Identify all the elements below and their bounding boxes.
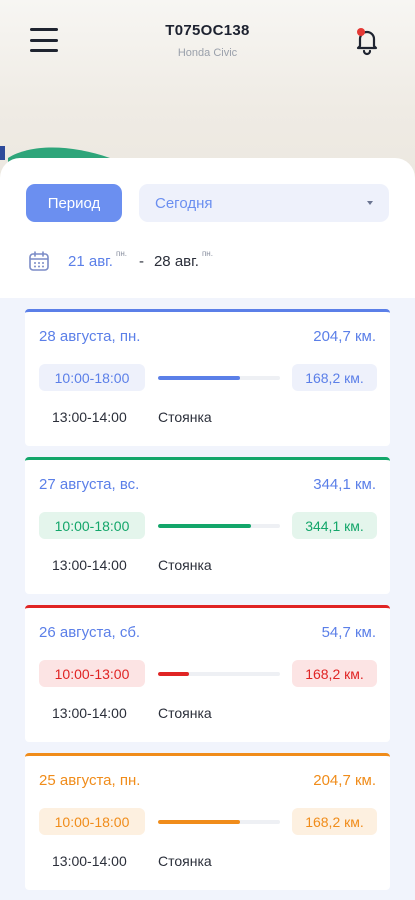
- date-to[interactable]: 28 авг.: [154, 253, 199, 270]
- day-date: 25 августа, пн.: [39, 772, 141, 789]
- date-separator: -: [138, 252, 144, 270]
- range-select-value: Сегодня: [155, 194, 213, 212]
- stop-label: Стоянка: [158, 557, 212, 573]
- day-card[interactable]: 28 августа, пн. 204,7 км. 10:00-18:00 16…: [25, 309, 390, 446]
- day-total-distance: 54,7 км.: [321, 624, 376, 641]
- day-card[interactable]: 26 августа, сб. 54,7 км. 10:00-13:00 168…: [25, 605, 390, 742]
- day-date: 27 августа, вс.: [39, 476, 140, 493]
- stop-label: Стоянка: [158, 409, 212, 425]
- trip-progress-track: [158, 524, 280, 528]
- day-date: 28 августа, пн.: [39, 328, 141, 345]
- day-total-distance: 204,7 км.: [313, 772, 376, 789]
- trip-distance-badge: 344,1 км.: [292, 512, 377, 539]
- trip-time-badge: 10:00-18:00: [39, 512, 145, 539]
- trip-progress-track: [158, 820, 280, 824]
- trip-progress-fill: [158, 524, 251, 528]
- trip-progress-fill: [158, 672, 189, 676]
- day-date: 26 августа, сб.: [39, 624, 141, 641]
- day-list: 28 августа, пн. 204,7 км. 10:00-18:00 16…: [0, 298, 415, 900]
- range-select[interactable]: Сегодня: [139, 184, 389, 222]
- trips-sheet: Период Сегодня 21 авг. пн. - 28 авг. пн.…: [0, 158, 415, 900]
- trip-distance-badge: 168,2 км.: [292, 660, 377, 687]
- trip-progress-track: [158, 376, 280, 380]
- day-total-distance: 204,7 км.: [313, 328, 376, 345]
- stop-time: 13:00-14:00: [52, 853, 127, 869]
- stop-time: 13:00-14:00: [52, 557, 127, 573]
- stop-time: 13:00-14:00: [52, 409, 127, 425]
- stop-label: Стоянка: [158, 705, 212, 721]
- date-range[interactable]: 21 авг. пн. - 28 авг. пн.: [28, 246, 213, 276]
- day-card[interactable]: 27 августа, вс. 344,1 км. 10:00-18:00 34…: [25, 457, 390, 594]
- date-to-weekday: пн.: [201, 248, 213, 258]
- notification-dot: [357, 28, 365, 36]
- trip-time-badge: 10:00-18:00: [39, 808, 145, 835]
- trip-progress-fill: [158, 820, 240, 824]
- bell-notification-icon[interactable]: [352, 24, 382, 56]
- date-from-weekday: пн.: [115, 248, 127, 258]
- trip-distance-badge: 168,2 км.: [292, 808, 377, 835]
- stop-label: Стоянка: [158, 853, 212, 869]
- trip-time-badge: 10:00-13:00: [39, 660, 145, 687]
- stop-time: 13:00-14:00: [52, 705, 127, 721]
- trip-time-badge: 10:00-18:00: [39, 364, 145, 391]
- day-card[interactable]: 25 августа, пн. 204,7 км. 10:00-18:00 16…: [25, 753, 390, 890]
- trip-progress-track: [158, 672, 280, 676]
- date-from[interactable]: 21 авг.: [68, 253, 113, 270]
- period-button[interactable]: Период: [26, 184, 122, 222]
- trip-distance-badge: 168,2 км.: [292, 364, 377, 391]
- day-total-distance: 344,1 км.: [313, 476, 376, 493]
- chevron-down-icon: [367, 201, 373, 205]
- trip-progress-fill: [158, 376, 240, 380]
- calendar-icon: [29, 251, 49, 271]
